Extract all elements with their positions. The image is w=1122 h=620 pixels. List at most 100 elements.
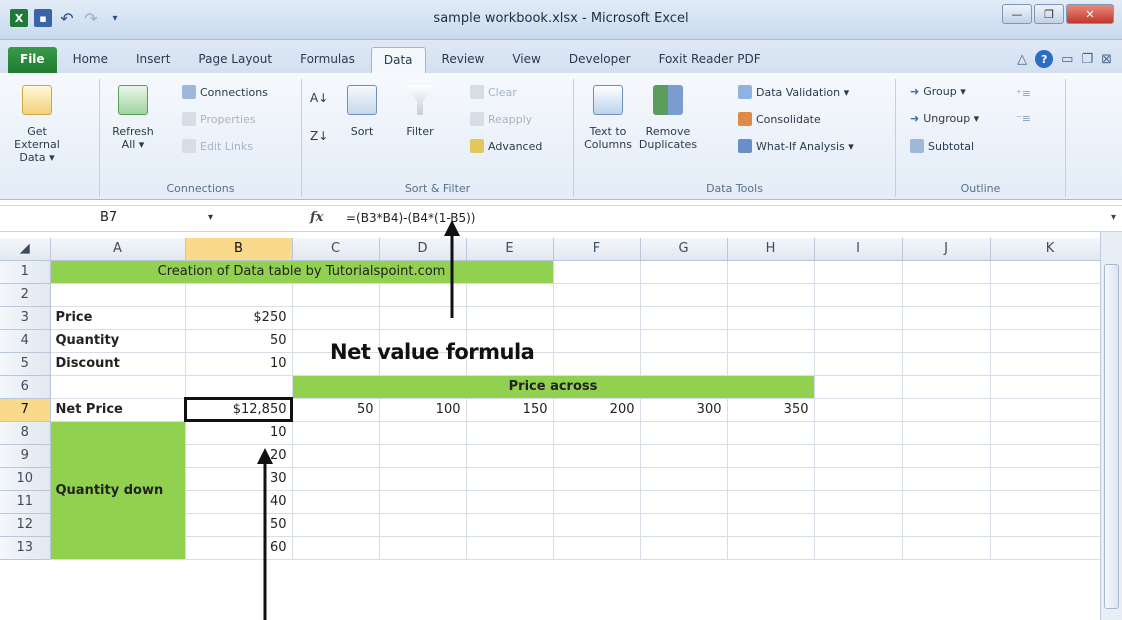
cell-price-across[interactable]: Price across <box>292 375 815 399</box>
column-header-b[interactable]: B <box>185 238 293 261</box>
cell[interactable] <box>185 375 293 399</box>
column-header-j[interactable]: J <box>902 238 991 261</box>
cell[interactable] <box>902 536 991 560</box>
cell-quantity-label[interactable]: Quantity <box>50 329 186 353</box>
maximize-button[interactable]: ❐ <box>1034 4 1064 24</box>
cell[interactable] <box>902 260 991 284</box>
cell[interactable] <box>292 444 380 468</box>
row-header[interactable]: 9 <box>0 444 51 468</box>
column-header-f[interactable]: F <box>553 238 641 261</box>
tab-view[interactable]: View <box>500 47 552 73</box>
cell[interactable] <box>902 444 991 468</box>
cell[interactable] <box>553 283 641 307</box>
cell[interactable] <box>466 467 554 491</box>
cell[interactable] <box>292 490 380 514</box>
cell-price-across-value[interactable]: 150 <box>466 398 554 422</box>
cell-quantity-down[interactable]: Quantity down <box>50 421 186 560</box>
cell[interactable] <box>379 490 467 514</box>
cell[interactable] <box>553 329 641 353</box>
cell[interactable] <box>640 329 728 353</box>
cell[interactable] <box>640 536 728 560</box>
cell[interactable] <box>466 490 554 514</box>
consolidate-button[interactable]: Consolidate <box>738 112 821 126</box>
cell[interactable] <box>727 444 815 468</box>
data-validation-button[interactable]: Data Validation ▾ <box>738 85 849 99</box>
cell[interactable] <box>990 260 1111 284</box>
cell[interactable] <box>902 490 991 514</box>
cell[interactable] <box>814 329 903 353</box>
cell[interactable] <box>466 306 554 330</box>
cell-discount-value[interactable]: 10 <box>185 352 293 376</box>
cell[interactable] <box>990 536 1111 560</box>
cell-quantity-down-value[interactable]: 60 <box>185 536 293 560</box>
row-header[interactable]: 13 <box>0 536 51 560</box>
cell[interactable] <box>902 421 991 445</box>
formula-input[interactable]: =(B3*B4)-(B4*(1-B5)) <box>346 211 475 225</box>
column-header-h[interactable]: H <box>727 238 815 261</box>
cell[interactable] <box>640 260 728 284</box>
sort-a-to-z-icon[interactable]: A↓ <box>310 91 328 105</box>
cell[interactable] <box>902 398 991 422</box>
cell[interactable] <box>814 306 903 330</box>
cell[interactable] <box>902 467 991 491</box>
help-icon[interactable]: ? <box>1035 50 1054 68</box>
cell-quantity-value[interactable]: 50 <box>185 329 293 353</box>
cell[interactable] <box>990 467 1111 491</box>
cell[interactable] <box>990 513 1111 537</box>
cell-price-across-value[interactable]: 350 <box>727 398 815 422</box>
cell[interactable] <box>814 260 903 284</box>
workbook-minimize-icon[interactable]: ▭ <box>1061 52 1073 67</box>
row-header[interactable]: 2 <box>0 283 51 307</box>
cell[interactable] <box>640 306 728 330</box>
cell[interactable] <box>379 421 467 445</box>
cell[interactable] <box>640 444 728 468</box>
cell-discount-label[interactable]: Discount <box>50 352 186 376</box>
tab-insert[interactable]: Insert <box>124 47 182 73</box>
sort-z-to-a-icon[interactable]: Z↓ <box>310 129 328 143</box>
cell-net-price-label[interactable]: Net Price <box>50 398 186 422</box>
clear-button[interactable]: Clear <box>470 85 517 99</box>
cell[interactable] <box>466 444 554 468</box>
tab-file[interactable]: File <box>8 47 57 73</box>
cell-quantity-down-value[interactable]: 50 <box>185 513 293 537</box>
cell-price-value[interactable]: $250 <box>185 306 293 330</box>
row-header[interactable]: 3 <box>0 306 51 330</box>
cell[interactable] <box>466 513 554 537</box>
cell[interactable] <box>379 467 467 491</box>
cell[interactable] <box>553 306 641 330</box>
properties-button[interactable]: Properties <box>182 112 256 126</box>
cell[interactable] <box>727 421 815 445</box>
cell[interactable] <box>553 421 641 445</box>
cell[interactable] <box>379 306 467 330</box>
minimize-button[interactable]: — <box>1002 4 1032 24</box>
cell[interactable] <box>292 513 380 537</box>
show-detail-icon[interactable]: ⁺≡ <box>1016 87 1031 100</box>
cell[interactable] <box>292 421 380 445</box>
column-header-k[interactable]: K <box>990 238 1111 261</box>
cell[interactable] <box>50 283 186 307</box>
cell[interactable] <box>466 283 554 307</box>
column-header-e[interactable]: E <box>466 238 554 261</box>
row-header[interactable]: 1 <box>0 260 51 284</box>
cell[interactable] <box>640 283 728 307</box>
cell[interactable] <box>292 467 380 491</box>
get-external-data-button[interactable]: Get External Data ▾ <box>6 85 68 164</box>
cell[interactable] <box>990 398 1111 422</box>
cell-price-across-value[interactable]: 300 <box>640 398 728 422</box>
close-button[interactable]: ✕ <box>1066 4 1114 24</box>
workbook-restore-icon[interactable]: ❐ <box>1081 52 1093 67</box>
select-all-corner[interactable]: ◢ <box>0 238 51 261</box>
connections-button[interactable]: Connections <box>182 85 268 99</box>
cell[interactable] <box>553 444 641 468</box>
cell-quantity-down-value[interactable]: 30 <box>185 467 293 491</box>
cell-price-label[interactable]: Price <box>50 306 186 330</box>
row-header[interactable]: 4 <box>0 329 51 353</box>
cell[interactable] <box>727 490 815 514</box>
tab-formulas[interactable]: Formulas <box>288 47 367 73</box>
tab-foxit-reader-pdf[interactable]: Foxit Reader PDF <box>647 47 773 73</box>
text-to-columns-button[interactable]: Text to Columns <box>582 85 634 151</box>
what-if-analysis-button[interactable]: What-If Analysis ▾ <box>738 139 854 153</box>
cell[interactable] <box>814 513 903 537</box>
cell[interactable] <box>990 306 1111 330</box>
sort-button[interactable]: Sort <box>340 85 384 138</box>
